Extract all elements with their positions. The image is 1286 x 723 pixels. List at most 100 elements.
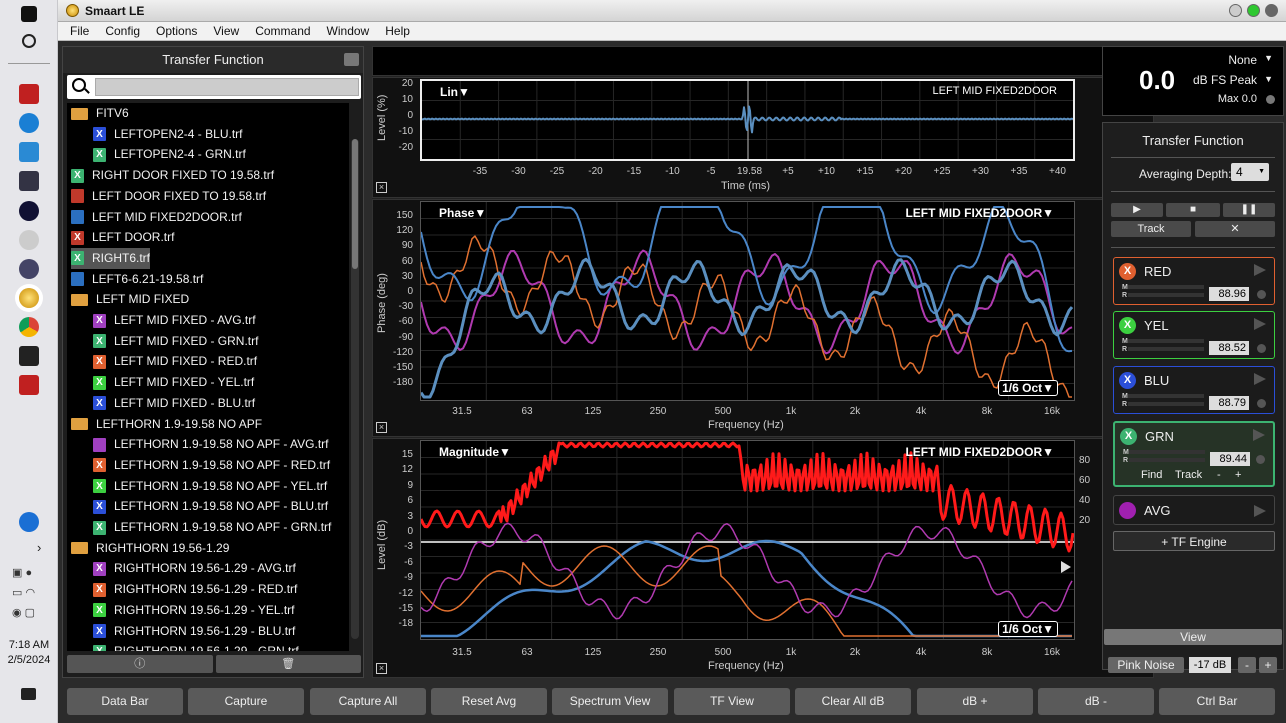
file-item[interactable]: X LEFTOPEN2-4 - BLU.trf: [93, 124, 242, 145]
file-item[interactable]: X LEFT MID FIXED - YEL.trf: [93, 372, 254, 393]
stop-button[interactable]: ■: [1166, 203, 1220, 217]
file-item[interactable]: X LEFTHORN 1.9-19.58 NO APF - YEL.trf: [93, 476, 327, 497]
file-item[interactable]: LEFT6-6.21-19.58.trf: [71, 269, 203, 290]
measurement-avg[interactable]: AVG: [1113, 495, 1275, 525]
file-item[interactable]: LEFT MID FIXED2DOOR.trf: [71, 207, 242, 228]
measurement-yel[interactable]: X YEL MR 88.52: [1113, 311, 1275, 359]
file-item[interactable]: X RIGHTHORN 19.56-1.29 - RED.trf: [93, 579, 297, 600]
impulse-mode-label[interactable]: Lin▼: [440, 85, 470, 99]
magnitude-smoothing-selector[interactable]: 1/6 Oct▼: [998, 621, 1058, 637]
pink-noise-level[interactable]: -17 dB: [1189, 657, 1231, 673]
windows-start-icon[interactable]: [21, 6, 37, 22]
measurement-blu[interactable]: X BLU MR 88.79: [1113, 366, 1275, 414]
pink-level-plus-button[interactable]: +: [1259, 657, 1277, 673]
clear-all-db-button[interactable]: Clear All dB: [795, 688, 911, 715]
file-item[interactable]: X LEFT MID FIXED - AVG.trf: [93, 310, 256, 331]
db-minus-button[interactable]: dB -: [1038, 688, 1154, 715]
max-reset-dot[interactable]: [1266, 95, 1275, 104]
data-bar-button[interactable]: Data Bar: [67, 688, 183, 715]
hamburger-icon[interactable]: [344, 53, 359, 66]
file-item[interactable]: X LEFTHORN 1.9-19.58 NO APF - GRN.trf: [93, 517, 331, 538]
search-input[interactable]: [95, 78, 359, 96]
magnitude-measurement-label[interactable]: LEFT MID FIXED2DOOR▼: [905, 445, 1054, 459]
capture-button[interactable]: Capture: [188, 688, 304, 715]
ctrl-bar-button[interactable]: Ctrl Bar: [1159, 688, 1275, 715]
tray-icons[interactable]: ▣ ● ▭ ◠ ◉ ▢: [12, 563, 50, 623]
menu-help[interactable]: Help: [377, 24, 418, 38]
track-toggle[interactable]: Track: [1175, 469, 1202, 481]
file-item[interactable]: X LEFT DOOR.trf: [71, 227, 174, 248]
app-icon-grey[interactable]: [19, 230, 39, 250]
level-marker-icon[interactable]: [1061, 561, 1071, 573]
phase-mode-label[interactable]: Phase▼: [439, 206, 486, 220]
help-icon[interactable]: [19, 512, 39, 532]
phase-measurement-label[interactable]: LEFT MID FIXED2DOOR▼: [905, 206, 1054, 220]
store-icon[interactable]: [19, 142, 39, 162]
db-plus-button[interactable]: dB +: [917, 688, 1033, 715]
maximize-button[interactable]: [1247, 4, 1260, 17]
menu-window[interactable]: Window: [319, 24, 378, 38]
measurement-red[interactable]: X RED MR 88.96: [1113, 257, 1275, 305]
spectrum-view-button[interactable]: Spectrum View: [552, 688, 668, 715]
file-item[interactable]: X RIGHT6.trf: [71, 247, 151, 269]
menu-file[interactable]: File: [62, 24, 97, 38]
play-triangle-icon[interactable]: [1254, 264, 1266, 276]
app-icon-wave[interactable]: [19, 346, 39, 366]
file-item[interactable]: LEFTHORN 1.9-19.58 NO APF - AVG.trf: [93, 434, 329, 455]
info-button[interactable]: ⓘ: [67, 655, 213, 673]
chevron-right-icon[interactable]: ›: [37, 540, 41, 555]
delete-button[interactable]: 🗑: [215, 655, 361, 673]
file-item[interactable]: X LEFT MID FIXED - RED.trf: [93, 351, 257, 372]
edge-icon[interactable]: [19, 113, 39, 133]
app-icon-circle[interactable]: [19, 201, 39, 221]
menu-options[interactable]: Options: [148, 24, 205, 38]
menu-command[interactable]: Command: [247, 24, 318, 38]
magnitude-mode-label[interactable]: Magnitude▼: [439, 445, 511, 459]
phase-close-icon[interactable]: ×: [376, 422, 387, 433]
file-item[interactable]: X RIGHTHORN 19.56-1.29 - GRN.trf: [93, 641, 299, 651]
impulse-plot-area[interactable]: Lin▼ LEFT MID FIXED2DOOR: [420, 79, 1075, 161]
file-item[interactable]: X RIGHT DOOR FIXED TO 19.58.trf: [71, 165, 274, 186]
tf-view-button[interactable]: TF View: [674, 688, 790, 715]
pause-button[interactable]: ❚❚: [1223, 203, 1275, 217]
magnitude-close-icon[interactable]: ×: [376, 663, 387, 674]
impulse-close-icon[interactable]: ×: [376, 182, 387, 193]
impulse-measurement-label[interactable]: LEFT MID FIXED2DOOR: [933, 85, 1057, 97]
file-item[interactable]: LEFT DOOR FIXED TO 19.58.trf: [71, 186, 266, 207]
measurement-grn[interactable]: X GRN MR 89.44 Find Track - +: [1113, 421, 1275, 487]
track-button[interactable]: Track: [1111, 221, 1191, 237]
file-item[interactable]: X LEFT MID FIXED - BLU.trf: [93, 393, 255, 414]
play-button[interactable]: ▶: [1111, 203, 1163, 217]
reset-avg-button[interactable]: Reset Avg: [431, 688, 547, 715]
averaging-depth-select[interactable]: 4 ▼: [1231, 163, 1269, 181]
delay-minus-button[interactable]: -: [1217, 469, 1221, 481]
play-triangle-icon[interactable]: [1254, 318, 1266, 330]
view-button[interactable]: View: [1104, 629, 1282, 645]
file-item[interactable]: X LEFT MID FIXED - GRN.trf: [93, 331, 258, 352]
pink-noise-button[interactable]: Pink Noise: [1108, 657, 1184, 673]
app-icon-red[interactable]: [19, 84, 39, 104]
file-item[interactable]: X RIGHTHORN 19.56-1.29 - AVG.trf: [93, 558, 296, 579]
minimize-button[interactable]: [1229, 4, 1242, 17]
file-item[interactable]: X LEFTOPEN2-4 - GRN.trf: [93, 144, 246, 165]
play-triangle-icon[interactable]: [1254, 373, 1266, 385]
close-button[interactable]: [1265, 4, 1278, 17]
phase-smoothing-selector[interactable]: 1/6 Oct▼: [998, 380, 1058, 396]
capture-all-button[interactable]: Capture All: [310, 688, 426, 715]
folder-item[interactable]: RIGHTHORN 19.56-1.29: [71, 538, 229, 559]
folder-item[interactable]: LEFT MID FIXED: [71, 289, 189, 310]
meter-unit-selector[interactable]: dB FS Peak: [1193, 73, 1257, 87]
play-triangle-icon[interactable]: [1253, 429, 1265, 441]
file-list-scrollbar[interactable]: [351, 139, 359, 639]
delay-plus-button[interactable]: +: [1235, 469, 1241, 481]
phase-plot-area[interactable]: Phase▼ LEFT MID FIXED2DOOR▼ 1/6 Oct▼: [420, 201, 1075, 401]
magnitude-plot-area[interactable]: Magnitude▼ LEFT MID FIXED2DOOR▼ 1/6 Oct▼: [420, 440, 1075, 640]
chrome-icon[interactable]: [19, 317, 39, 337]
menu-view[interactable]: View: [205, 24, 247, 38]
meter-source-selector[interactable]: None: [1228, 53, 1257, 67]
tools-icon[interactable]: ✕: [1195, 221, 1275, 237]
file-item[interactable]: X LEFTHORN 1.9-19.58 NO APF - RED.trf: [93, 455, 330, 476]
folder-item[interactable]: FITV6: [71, 103, 129, 124]
delay-value[interactable]: 88.96: [1209, 287, 1249, 301]
delay-value[interactable]: 88.79: [1209, 396, 1249, 410]
